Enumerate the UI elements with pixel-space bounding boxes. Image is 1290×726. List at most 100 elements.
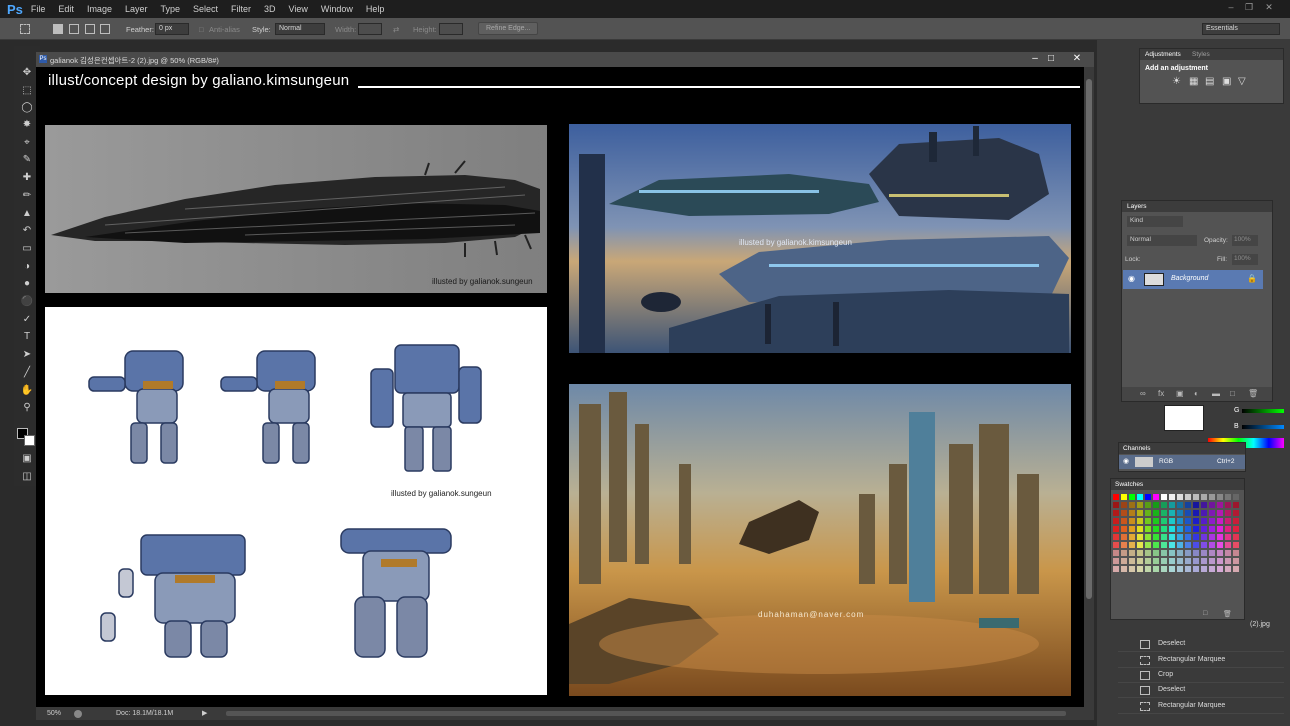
swatch[interactable] bbox=[1113, 542, 1119, 548]
brightness-adjust-icon[interactable]: ☀ bbox=[1172, 76, 1181, 87]
swatch[interactable] bbox=[1153, 566, 1159, 572]
new-group-icon[interactable]: ▬ bbox=[1212, 389, 1220, 398]
swatch[interactable] bbox=[1153, 526, 1159, 532]
swatch[interactable] bbox=[1225, 510, 1231, 516]
color-preview[interactable] bbox=[1164, 405, 1204, 431]
swatch[interactable] bbox=[1233, 534, 1239, 540]
swatch[interactable] bbox=[1201, 526, 1207, 532]
swatch[interactable] bbox=[1193, 510, 1199, 516]
swatch[interactable] bbox=[1121, 534, 1127, 540]
history-item[interactable]: Crop bbox=[1118, 668, 1284, 683]
menu-3d[interactable]: 3D bbox=[264, 4, 276, 14]
swatch[interactable] bbox=[1185, 502, 1191, 508]
swatch[interactable] bbox=[1201, 534, 1207, 540]
subtract-selection-icon[interactable] bbox=[85, 24, 95, 34]
swatch[interactable] bbox=[1217, 558, 1223, 564]
swatch[interactable] bbox=[1153, 502, 1159, 508]
swatch[interactable] bbox=[1193, 494, 1199, 500]
status-info-icon[interactable] bbox=[74, 710, 82, 718]
swatch[interactable] bbox=[1161, 494, 1167, 500]
brush-tool-icon[interactable]: ✏ bbox=[19, 189, 35, 203]
swatch[interactable] bbox=[1193, 526, 1199, 532]
swatch[interactable] bbox=[1113, 534, 1119, 540]
path-select-icon[interactable]: ➤ bbox=[19, 348, 35, 362]
marquee-preset-icon[interactable] bbox=[20, 24, 30, 34]
swatch[interactable] bbox=[1193, 542, 1199, 548]
swatch[interactable] bbox=[1129, 534, 1135, 540]
swatch[interactable] bbox=[1233, 510, 1239, 516]
swatch[interactable] bbox=[1217, 566, 1223, 572]
swatch[interactable] bbox=[1161, 510, 1167, 516]
swatch[interactable] bbox=[1145, 558, 1151, 564]
swatch[interactable] bbox=[1169, 526, 1175, 532]
doc-maximize-icon[interactable]: □ bbox=[1044, 53, 1058, 65]
swatch[interactable] bbox=[1137, 558, 1143, 564]
swatch[interactable] bbox=[1177, 542, 1183, 548]
tab-adjustments[interactable]: Adjustments bbox=[1145, 51, 1181, 58]
swatch[interactable] bbox=[1121, 542, 1127, 548]
swatch[interactable] bbox=[1193, 502, 1199, 508]
refine-edge-button[interactable]: Refine Edge... bbox=[478, 22, 539, 35]
swatch[interactable] bbox=[1121, 494, 1127, 500]
menu-help[interactable]: Help bbox=[366, 4, 385, 14]
swatch[interactable] bbox=[1185, 534, 1191, 540]
vibrance-adjust-icon[interactable]: ▽ bbox=[1238, 76, 1246, 87]
layer-style-icon[interactable]: fx bbox=[1158, 389, 1164, 398]
marquee-tool-icon[interactable]: ⬚ bbox=[19, 84, 35, 98]
tab-styles[interactable]: Styles bbox=[1192, 51, 1210, 58]
swatch[interactable] bbox=[1145, 566, 1151, 572]
swatch[interactable] bbox=[1217, 510, 1223, 516]
swatch[interactable] bbox=[1113, 518, 1119, 524]
history-item[interactable]: Deselect bbox=[1118, 637, 1284, 652]
swatch[interactable] bbox=[1217, 502, 1223, 508]
swatch[interactable] bbox=[1217, 494, 1223, 500]
quick-select-icon[interactable]: ✸ bbox=[19, 118, 35, 132]
swatch[interactable] bbox=[1145, 510, 1151, 516]
delete-swatch-icon[interactable]: 🗑 bbox=[1223, 610, 1232, 618]
swatch[interactable] bbox=[1161, 502, 1167, 508]
swatch[interactable] bbox=[1121, 510, 1127, 516]
swatch[interactable] bbox=[1137, 518, 1143, 524]
swatch[interactable] bbox=[1169, 558, 1175, 564]
line-tool-icon[interactable]: ╱ bbox=[19, 366, 35, 380]
swatch[interactable] bbox=[1153, 534, 1159, 540]
swatch[interactable] bbox=[1233, 558, 1239, 564]
lasso-tool-icon[interactable]: ◯ bbox=[19, 101, 35, 115]
doc-close-icon[interactable]: ✕ bbox=[1070, 53, 1084, 65]
swatch[interactable] bbox=[1145, 534, 1151, 540]
swatch[interactable] bbox=[1129, 526, 1135, 532]
swatch[interactable] bbox=[1129, 558, 1135, 564]
swatch[interactable] bbox=[1201, 494, 1207, 500]
swatch[interactable] bbox=[1177, 566, 1183, 572]
swatch[interactable] bbox=[1121, 518, 1127, 524]
history-item[interactable]: Rectangular Marquee bbox=[1118, 699, 1284, 714]
swatch[interactable] bbox=[1137, 526, 1143, 532]
swatch[interactable] bbox=[1233, 526, 1239, 532]
swatch[interactable] bbox=[1121, 526, 1127, 532]
swatch[interactable] bbox=[1193, 558, 1199, 564]
swatch[interactable] bbox=[1137, 550, 1143, 556]
clone-stamp-icon[interactable]: ▲ bbox=[19, 207, 35, 221]
swatch[interactable] bbox=[1233, 566, 1239, 572]
swatch[interactable] bbox=[1209, 566, 1215, 572]
swatch[interactable] bbox=[1169, 550, 1175, 556]
swatch[interactable] bbox=[1225, 558, 1231, 564]
swatch[interactable] bbox=[1161, 518, 1167, 524]
swatch[interactable] bbox=[1225, 526, 1231, 532]
adjustment-layer-icon[interactable]: ◐ bbox=[1194, 389, 1199, 398]
swatches-tab[interactable]: Swatches bbox=[1115, 481, 1143, 488]
minimize-icon[interactable]: – bbox=[1224, 2, 1238, 14]
swatch[interactable] bbox=[1177, 558, 1183, 564]
swatch[interactable] bbox=[1169, 494, 1175, 500]
channel-row-rgb[interactable]: ◉ RGB Ctrl+2 bbox=[1119, 455, 1245, 469]
swatch[interactable] bbox=[1145, 494, 1151, 500]
swatch[interactable] bbox=[1137, 510, 1143, 516]
swatch[interactable] bbox=[1121, 550, 1127, 556]
swatch[interactable] bbox=[1169, 510, 1175, 516]
swatch[interactable] bbox=[1185, 518, 1191, 524]
swatch[interactable] bbox=[1137, 502, 1143, 508]
menu-type[interactable]: Type bbox=[160, 4, 180, 14]
swatch[interactable] bbox=[1193, 534, 1199, 540]
fill-input[interactable]: 100% bbox=[1232, 254, 1258, 265]
swatch[interactable] bbox=[1193, 566, 1199, 572]
